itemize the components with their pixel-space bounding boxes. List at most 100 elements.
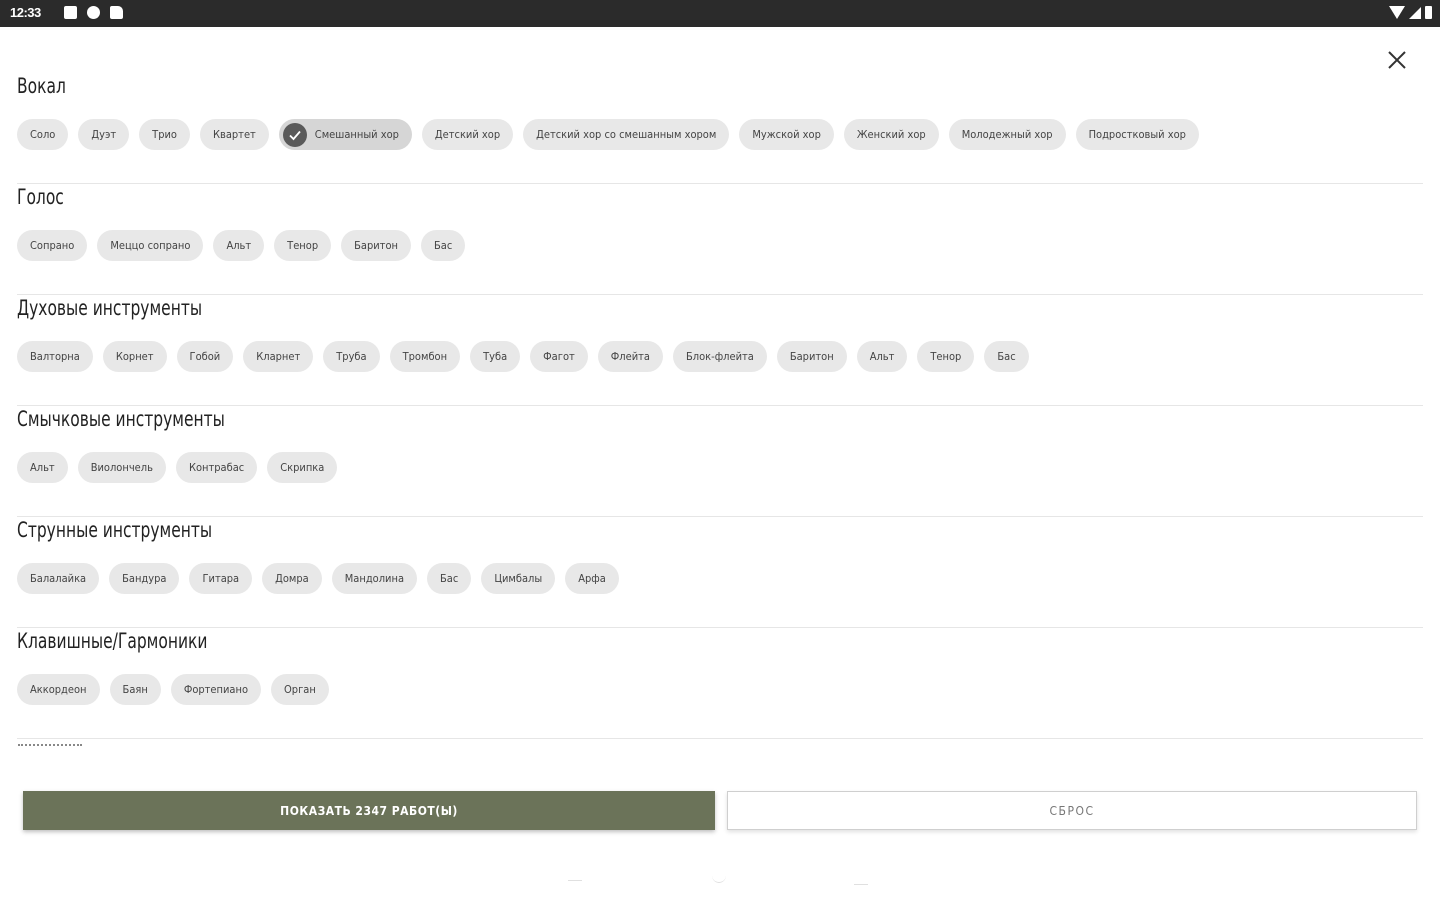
filter-chip[interactable]: Корнет [102, 341, 167, 372]
chip-label: Баритон [354, 239, 398, 252]
status-bar: 12:33 [0, 0, 1440, 27]
close-button[interactable] [1384, 47, 1410, 73]
check-icon [282, 122, 307, 147]
filter-chip[interactable]: Блок-флейта [672, 341, 767, 372]
chip-label: Детский хор [434, 128, 501, 141]
filter-chip[interactable]: Флейта [597, 341, 663, 372]
filter-chip[interactable]: Бас [984, 341, 1029, 372]
filter-chip[interactable]: Альт [856, 341, 908, 372]
filter-chip[interactable]: Баритон [776, 341, 847, 372]
back-icon[interactable] [568, 870, 582, 881]
filter-chip[interactable]: Детский хор со смешанным хором [523, 119, 730, 150]
filter-chip[interactable]: Подростковый хор [1075, 119, 1199, 150]
chip-label: Корнет [115, 350, 154, 363]
filter-chip[interactable]: Аккордеон [17, 674, 100, 705]
next-section-cutoff [18, 744, 82, 749]
chip-label: Сопрано [30, 239, 75, 252]
filter-chip[interactable]: Орган [271, 674, 329, 705]
filter-chip[interactable]: Меццо сопрано [97, 230, 204, 261]
chip-label: Баритон [789, 350, 834, 363]
chip-label: Гитара [202, 572, 240, 585]
chip-group: Аккордеон Баян Фортепиано Орган [17, 674, 1423, 705]
filter-chip[interactable]: Детский хор [421, 119, 514, 150]
chip-label: Тенор [287, 239, 319, 252]
filter-chip[interactable]: Баритон [341, 230, 411, 261]
filter-chip[interactable]: Фагот [530, 341, 588, 372]
chip-label: Виолончель [90, 461, 153, 474]
home-icon[interactable] [712, 868, 726, 883]
filter-chip[interactable]: Сопрано [17, 230, 88, 261]
filter-chip[interactable]: Трио [139, 119, 190, 150]
recents-icon[interactable] [854, 870, 868, 885]
chip-label: Баян [122, 683, 148, 696]
chip-label: Арфа [578, 572, 606, 585]
filter-section: Голос Сопрано Меццо сопрано Альт Тенор Барито… [17, 184, 1423, 295]
filter-chip[interactable]: Мужской хор [739, 119, 834, 150]
chip-label: Скрипка [280, 461, 325, 474]
filter-chip[interactable]: Скрипка [267, 452, 338, 483]
filter-chip[interactable]: Молодежный хор [948, 119, 1066, 150]
chip-label: Мужской хор [752, 128, 821, 141]
filter-chip[interactable]: Цимбалы [481, 563, 556, 594]
filter-chip[interactable]: Кларнет [243, 341, 314, 372]
chip-group: Соло Дуэт Трио Квартет Смешанный хор Детский … [17, 119, 1423, 150]
filter-chip[interactable]: Валторна [17, 341, 93, 372]
show-results-button[interactable]: ПОКАЗАТЬ 2347 РАБОТ(Ы) [23, 791, 715, 830]
filter-chip[interactable]: Тенор [917, 341, 975, 372]
p-app-icon [87, 6, 100, 19]
filter-chip[interactable]: Тромбон [389, 341, 461, 372]
chip-label: Фортепиано [183, 683, 249, 696]
chip-label: Туба [483, 350, 508, 363]
filter-chip[interactable]: Тенор [274, 230, 332, 261]
filter-chip[interactable]: Арфа [565, 563, 619, 594]
chip-label: Мандолина [344, 572, 405, 585]
filter-chip[interactable]: Бас [427, 563, 472, 594]
chip-label: Контрабас [188, 461, 245, 474]
status-left-icons [64, 6, 123, 19]
chip-label: Блок-флейта [685, 350, 754, 363]
chip-label: Детский хор со смешанным хором [536, 128, 717, 141]
filter-chip[interactable]: Баян [109, 674, 161, 705]
close-icon [1388, 51, 1406, 69]
filter-chip[interactable]: Домра [262, 563, 322, 594]
filter-chip-selected[interactable]: Смешанный хор [278, 119, 412, 150]
filter-chip[interactable]: Квартет [199, 119, 269, 150]
filter-chip[interactable]: Бандура [109, 563, 180, 594]
filter-section: Клавишные/Гармоники Аккордеон Баян Фортепиа… [17, 628, 1423, 739]
filter-chip[interactable]: Мандолина [331, 563, 418, 594]
chip-label: Труба [336, 350, 367, 363]
chip-label: Кларнет [256, 350, 301, 363]
filter-chip[interactable]: Гобой [176, 341, 234, 372]
filter-chip[interactable]: Бас [420, 230, 466, 261]
sd-card-icon [110, 6, 123, 19]
section-title: Клавишные/Гармоники [17, 629, 208, 653]
filter-chip[interactable]: Соло [17, 119, 69, 150]
chip-group: Сопрано Меццо сопрано Альт Тенор Баритон Бас [17, 230, 1423, 261]
chip-label: Бас [997, 350, 1016, 363]
chip-label: Дуэт [91, 128, 117, 141]
reset-label: СБРОС [1049, 803, 1095, 818]
chip-label: Тромбон [402, 350, 448, 363]
chip-label: Альт [869, 350, 895, 363]
chip-label: Бас [433, 239, 453, 252]
chip-label: Орган [284, 683, 316, 696]
chip-label: Женский хор [856, 128, 926, 141]
chip-label: Смешанный хор [314, 128, 399, 141]
filter-chip[interactable]: Дуэт [78, 119, 130, 150]
reset-button[interactable]: СБРОС [727, 791, 1417, 830]
filter-chip[interactable]: Виолончель [77, 452, 166, 483]
filter-chip[interactable]: Альт [213, 230, 265, 261]
filter-chip[interactable]: Гитара [189, 563, 253, 594]
filter-chip[interactable]: Альт [17, 452, 68, 483]
filter-chip[interactable]: Труба [323, 341, 380, 372]
filter-sections: Вокал Соло Дуэт Трио Квартет Смешанный хор Дет… [17, 73, 1423, 739]
chip-label: Соло [30, 128, 56, 141]
filter-chip[interactable]: Туба [470, 341, 521, 372]
filter-section: Вокал Соло Дуэт Трио Квартет Смешанный хор Дет… [17, 73, 1423, 184]
filter-chip[interactable]: Женский хор [843, 119, 939, 150]
section-title: Струнные инструменты [17, 518, 213, 542]
filter-chip[interactable]: Фортепиано [170, 674, 262, 705]
filter-chip[interactable]: Балалайка [17, 563, 100, 594]
filter-chip[interactable]: Контрабас [175, 452, 258, 483]
chip-label: Аккордеон [30, 683, 87, 696]
